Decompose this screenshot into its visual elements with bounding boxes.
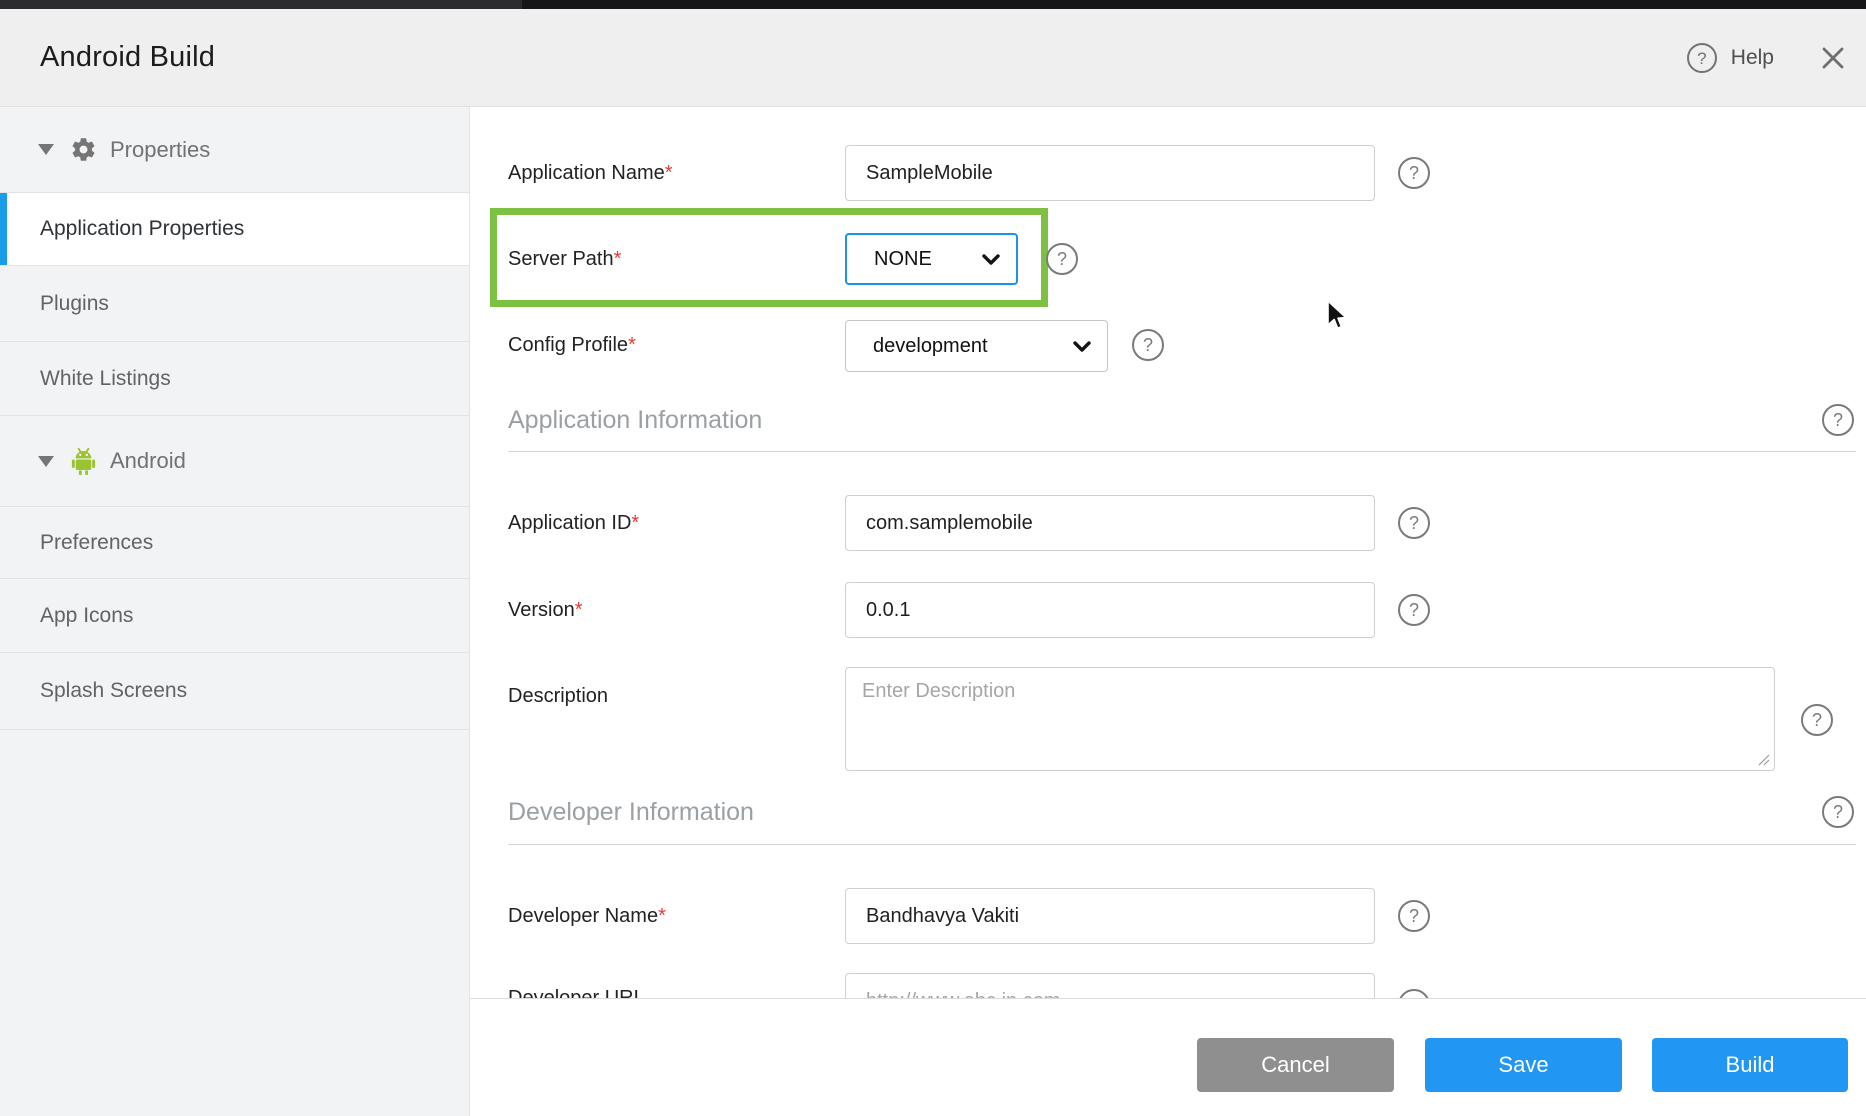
- save-button[interactable]: Save: [1425, 1038, 1622, 1092]
- dialog-header: Android Build ? Help: [0, 9, 1866, 107]
- config-profile-help-icon[interactable]: ?: [1132, 329, 1164, 361]
- description-label: Description: [508, 683, 608, 709]
- required-asterisk: *: [631, 512, 639, 534]
- sidebar-item-app-icons[interactable]: App Icons: [0, 579, 469, 653]
- help-icon[interactable]: ?: [1687, 43, 1717, 73]
- required-asterisk: *: [614, 248, 622, 270]
- server-path-label: Server Path*: [508, 246, 621, 272]
- version-help-icon[interactable]: ?: [1398, 594, 1430, 626]
- required-asterisk: *: [575, 599, 583, 621]
- sidebar-item-label: White Listings: [40, 367, 171, 391]
- sidebar-item-label: Application Properties: [40, 217, 244, 241]
- developer-information-section-title: Developer Information: [508, 796, 754, 828]
- description-textarea[interactable]: [845, 667, 1775, 771]
- developer-name-input[interactable]: [845, 888, 1375, 944]
- chevron-down-icon: [38, 144, 54, 155]
- sidebar-item-application-properties[interactable]: Application Properties: [0, 193, 469, 266]
- close-button[interactable]: [1820, 45, 1846, 71]
- android-robot-icon: [70, 448, 97, 475]
- section-divider: [508, 451, 1856, 452]
- config-profile-select[interactable]: development: [845, 320, 1108, 372]
- developer-information-help-icon[interactable]: ?: [1822, 796, 1854, 828]
- form-panel: Application Name* ? Server Path* NONE ? …: [470, 107, 1866, 998]
- question-glyph: ?: [1697, 50, 1706, 67]
- application-information-section-title: Application Information: [508, 404, 762, 436]
- section-divider: [508, 844, 1856, 845]
- application-id-label: Application ID*: [508, 510, 639, 536]
- sidebar-item-label: Plugins: [40, 292, 109, 316]
- chevron-down-icon: [1073, 341, 1091, 352]
- sidebar-item-white-listings[interactable]: White Listings: [0, 342, 469, 416]
- application-name-label: Application Name*: [508, 160, 673, 186]
- config-profile-value: development: [873, 335, 1061, 358]
- page-title: Android Build: [40, 41, 215, 74]
- mouse-cursor: [1326, 300, 1350, 332]
- application-name-input[interactable]: [845, 145, 1375, 201]
- server-path-help-icon[interactable]: ?: [1046, 243, 1078, 275]
- developer-url-label: Developer URL: [508, 985, 645, 998]
- sidebar-item-splash-screens[interactable]: Splash Screens: [0, 653, 469, 730]
- sidebar: Properties Application Properties Plugin…: [0, 107, 470, 1116]
- server-path-select[interactable]: NONE: [845, 233, 1018, 285]
- sidebar-item-preferences[interactable]: Preferences: [0, 507, 469, 579]
- chevron-down-icon: [982, 254, 1000, 265]
- version-input[interactable]: [845, 582, 1375, 638]
- sidebar-group-android[interactable]: Android: [0, 416, 469, 507]
- help-button[interactable]: Help: [1731, 46, 1774, 70]
- build-button[interactable]: Build: [1652, 1038, 1848, 1092]
- sidebar-item-label: Preferences: [40, 531, 153, 555]
- description-help-icon[interactable]: ?: [1801, 704, 1833, 736]
- close-icon: [1820, 45, 1846, 71]
- cancel-button[interactable]: Cancel: [1197, 1038, 1394, 1092]
- application-name-help-icon[interactable]: ?: [1398, 157, 1430, 189]
- server-path-value: NONE: [874, 248, 970, 271]
- developer-url-input[interactable]: [845, 973, 1375, 998]
- required-asterisk: *: [628, 334, 636, 356]
- required-asterisk: *: [658, 905, 666, 927]
- sidebar-item-label: Splash Screens: [40, 679, 187, 703]
- sidebar-item-plugins[interactable]: Plugins: [0, 266, 469, 342]
- version-label: Version*: [508, 597, 583, 623]
- application-id-input[interactable]: [845, 495, 1375, 551]
- sidebar-group-label: Properties: [110, 137, 210, 163]
- required-asterisk: *: [665, 162, 673, 184]
- sidebar-item-label: App Icons: [40, 604, 133, 628]
- developer-name-help-icon[interactable]: ?: [1398, 900, 1430, 932]
- footer-bar: Cancel Save Build: [470, 998, 1866, 1116]
- application-id-help-icon[interactable]: ?: [1398, 507, 1430, 539]
- chevron-down-icon: [38, 456, 54, 467]
- selected-indicator: [0, 193, 7, 265]
- sidebar-group-label: Android: [110, 448, 186, 474]
- developer-name-label: Developer Name*: [508, 903, 666, 929]
- browser-top-strip: [0, 0, 1866, 9]
- sidebar-group-properties[interactable]: Properties: [0, 107, 469, 193]
- developer-url-help-icon[interactable]: ?: [1398, 989, 1430, 998]
- gear-icon: [70, 136, 97, 163]
- config-profile-label: Config Profile*: [508, 332, 636, 358]
- application-information-help-icon[interactable]: ?: [1822, 404, 1854, 436]
- browser-top-strip-left: [0, 0, 522, 9]
